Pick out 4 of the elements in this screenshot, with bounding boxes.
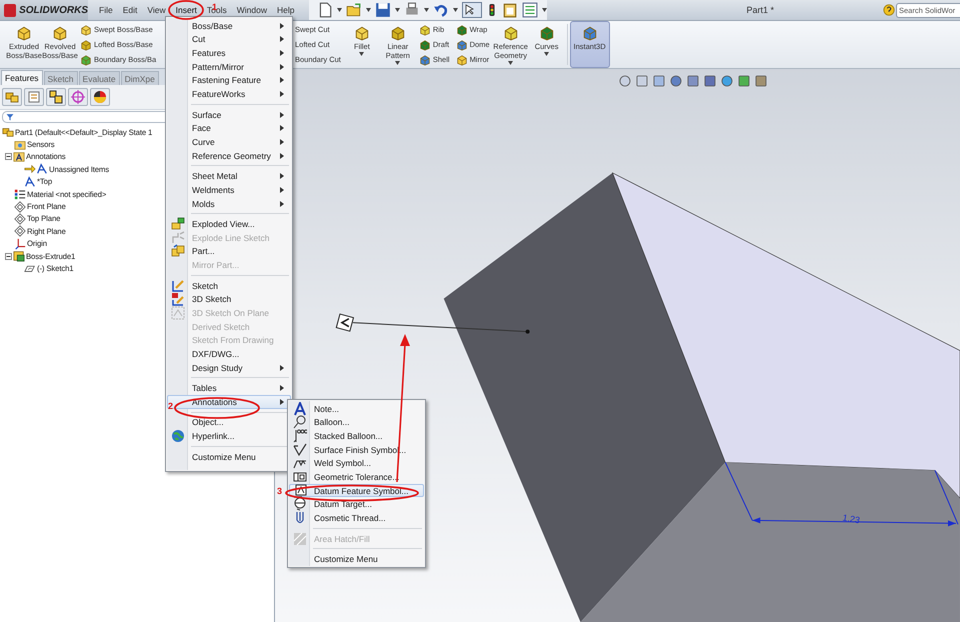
callout-number: 3 [277,486,282,496]
callout-number: 2 [168,401,174,411]
document-title: Part1 * [745,5,775,15]
app-logo: SOLIDWORKS [0,0,88,20]
